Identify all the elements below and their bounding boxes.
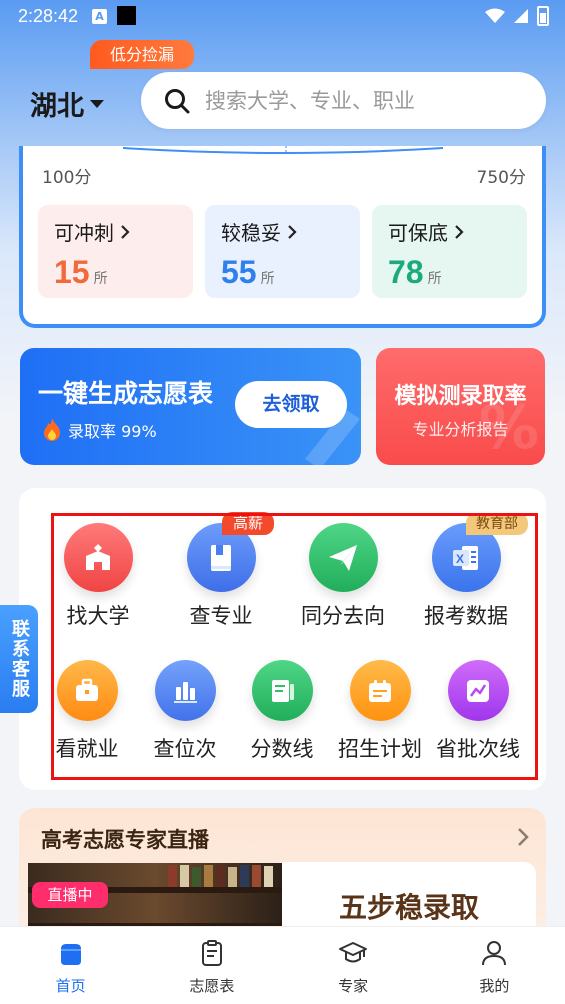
- low-score-badge: 低分捡漏: [90, 40, 194, 69]
- tier-title: 较稳妥: [221, 221, 281, 245]
- status-bar: 2:28:42 A: [0, 0, 565, 34]
- tier-count: 78: [388, 254, 424, 290]
- tier-count: 55: [221, 254, 257, 290]
- generate-plan-title: 一键生成志愿表: [38, 379, 214, 408]
- highlight-frame: [51, 513, 538, 780]
- search-input[interactable]: [205, 88, 535, 113]
- user-icon: [482, 941, 507, 966]
- admission-rate: 录取率 99%: [40, 417, 157, 443]
- nav-label: 首页: [55, 977, 86, 995]
- nav-label: 我的: [479, 977, 510, 995]
- notification-square-icon: [117, 6, 136, 25]
- caret-down-icon: [90, 99, 104, 108]
- tier-safe[interactable]: 可保底 78 所: [372, 205, 527, 298]
- nav-experts[interactable]: 专家: [283, 927, 424, 1004]
- live-panel[interactable]: 五步稳录取: [282, 862, 536, 932]
- search-bar[interactable]: [141, 72, 546, 129]
- clipboard-icon: [201, 940, 222, 966]
- search-icon: [165, 88, 190, 113]
- simulate-rate-card[interactable]: % 模拟测录取率 专业分析报告: [376, 348, 545, 465]
- fire-icon: [44, 418, 60, 441]
- status-icons: [485, 6, 549, 26]
- chevron-right-icon: [455, 224, 464, 239]
- bottom-nav: 首页 志愿表 专家 我的: [0, 926, 565, 1004]
- live-title: 高考志愿专家直播: [41, 828, 209, 852]
- claim-button[interactable]: 去领取: [235, 381, 347, 428]
- score-card: 100分 750分 可冲刺 15 所 较稳妥 55 所 可保底 78 所: [19, 146, 546, 328]
- score-max-label: 750分: [476, 168, 526, 188]
- nav-label: 志愿表: [189, 977, 235, 995]
- province-selector[interactable]: 湖北: [30, 84, 104, 123]
- notification-a-icon: A: [92, 9, 107, 24]
- tier-unit: 所: [427, 271, 442, 287]
- chevron-right-icon[interactable]: [516, 826, 530, 848]
- nav-plan[interactable]: 志愿表: [141, 927, 282, 1004]
- tier-title: 可冲刺: [54, 221, 114, 245]
- nav-mine[interactable]: 我的: [424, 927, 565, 1004]
- tier-stable[interactable]: 较稳妥 55 所: [205, 205, 360, 298]
- tier-reach[interactable]: 可冲刺 15 所: [38, 205, 193, 298]
- customer-service-tab[interactable]: 联系客服: [0, 605, 38, 713]
- tier-unit: 所: [93, 271, 108, 287]
- status-time: 2:28:42: [18, 6, 79, 26]
- simulate-rate-title: 模拟测录取率: [394, 384, 527, 409]
- admission-rate-label: 录取率 99%: [68, 422, 157, 441]
- score-curve: [123, 146, 443, 154]
- home-icon: [60, 944, 81, 965]
- nav-label: 专家: [338, 977, 369, 995]
- wifi-icon: [485, 8, 505, 23]
- score-min-label: 100分: [42, 168, 92, 188]
- tier-title: 可保底: [388, 221, 448, 245]
- signal-icon: [514, 9, 528, 23]
- generate-plan-card[interactable]: 一键生成志愿表 录取率 99% 去领取: [20, 348, 361, 465]
- live-badge: 直播中: [32, 882, 108, 908]
- simulate-rate-sub: 专业分析报告: [412, 420, 509, 439]
- chevron-right-icon: [121, 224, 130, 239]
- nav-home[interactable]: 首页: [0, 927, 141, 1004]
- tier-count: 15: [54, 254, 90, 290]
- live-panel-title: 五步稳录取: [338, 891, 479, 924]
- tier-unit: 所: [260, 271, 275, 287]
- province-label: 湖北: [30, 91, 84, 122]
- chevron-right-icon: [288, 224, 297, 239]
- battery-icon: [537, 6, 549, 26]
- graduation-cap-icon: [339, 942, 368, 963]
